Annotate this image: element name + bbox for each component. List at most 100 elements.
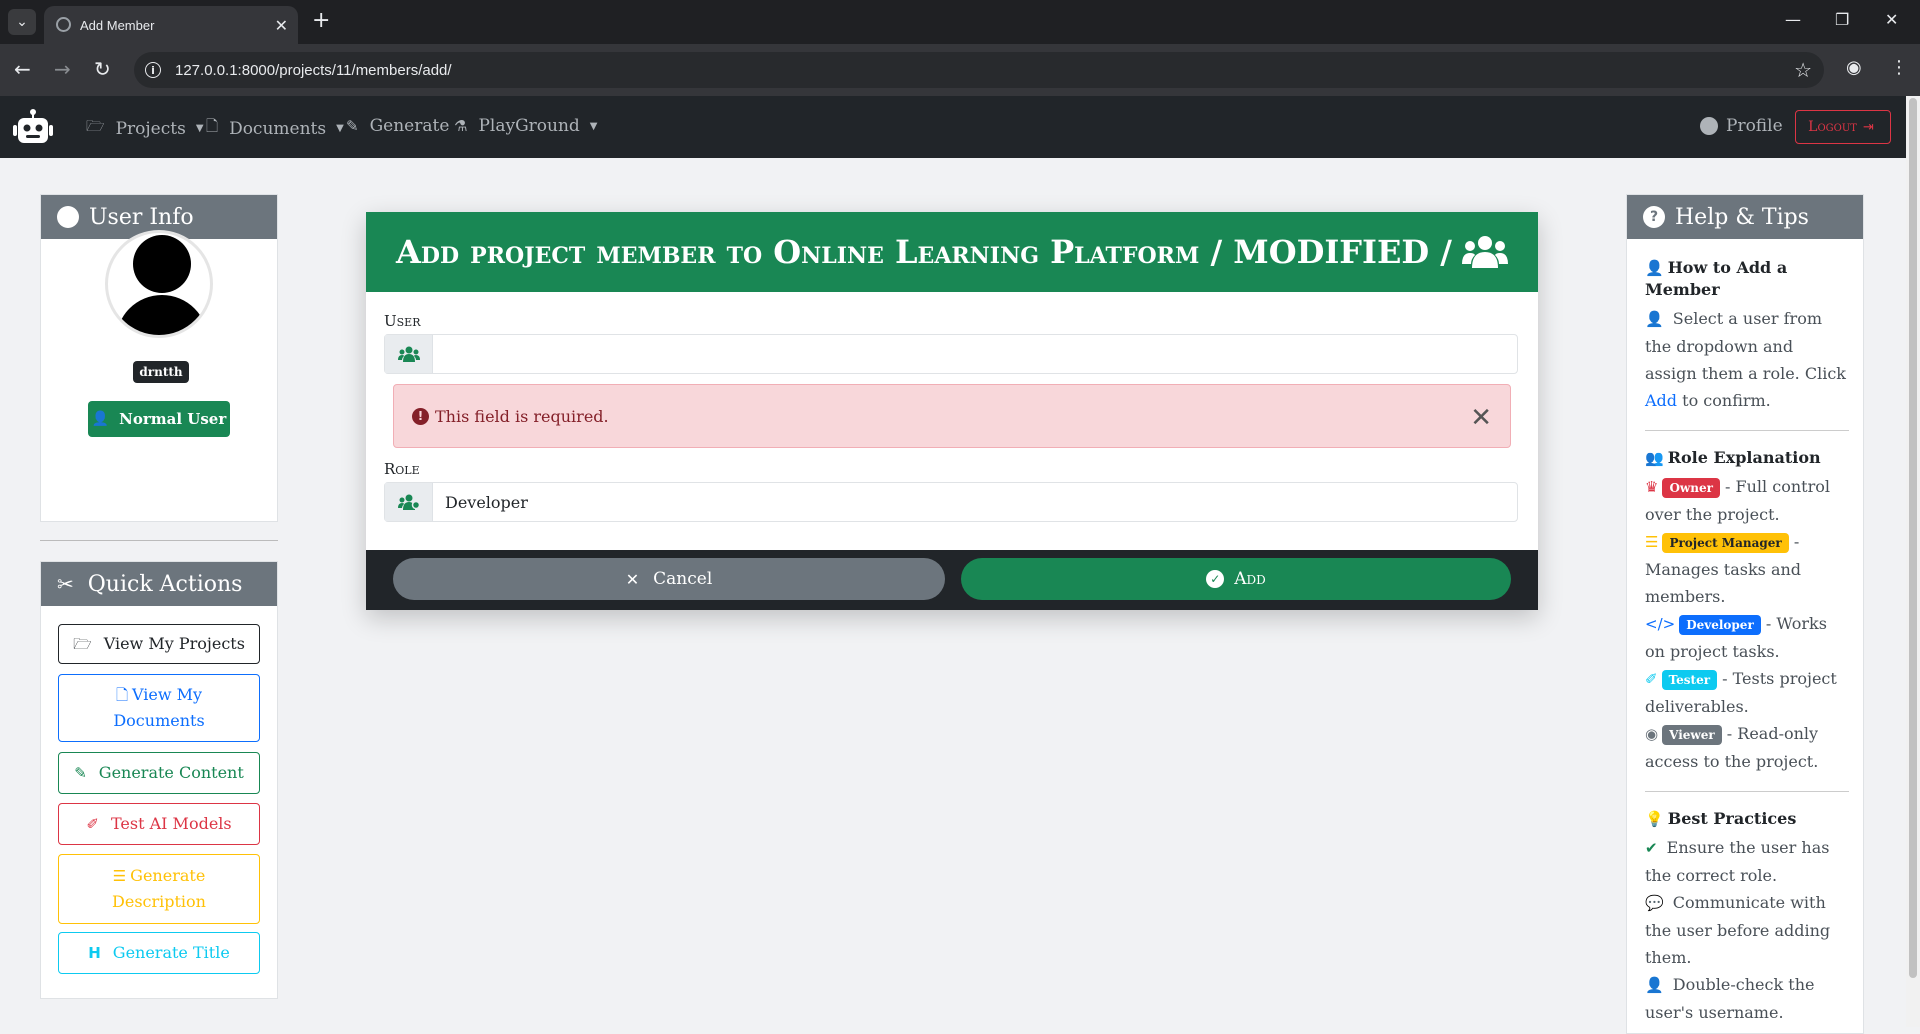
help-tips-header: ? Help & Tips bbox=[1627, 195, 1863, 239]
user-select[interactable] bbox=[384, 334, 1518, 374]
generate-description-button[interactable]: ☰ Generate Description bbox=[58, 854, 260, 924]
file-icon: 🗋 bbox=[206, 117, 219, 135]
qa-label: Generate Content bbox=[98, 763, 244, 782]
cancel-button[interactable]: ✕ Cancel bbox=[393, 558, 945, 600]
username-badge: drntth bbox=[133, 361, 189, 383]
pencil-icon: ✎ bbox=[346, 117, 359, 135]
how-to-title: How to Add a Member bbox=[1645, 258, 1788, 299]
user-check-icon: 👤 bbox=[1645, 310, 1664, 328]
nav-projects[interactable]: 🗁 Projects ▼ bbox=[86, 116, 204, 141]
logout-button[interactable]: Logout ⇥ bbox=[1795, 110, 1891, 144]
role-select-value[interactable]: Developer bbox=[433, 483, 528, 521]
tools-icon: ✂ bbox=[57, 572, 74, 596]
error-alert: ! This field is required. ✕ bbox=[393, 384, 1511, 448]
best-practice-text: Communicate with the user before adding … bbox=[1645, 893, 1831, 967]
cancel-label: Cancel bbox=[653, 569, 713, 589]
error-message: This field is required. bbox=[435, 406, 609, 426]
profile-link[interactable]: Profile bbox=[1700, 116, 1783, 136]
forward-icon[interactable]: → bbox=[54, 57, 71, 81]
url-bar[interactable]: i 127.0.0.1:8000/projects/11/members/add… bbox=[134, 52, 1824, 88]
user-check-icon: 👤 bbox=[91, 411, 110, 427]
role-developer: </> Developer - Works on project tasks. bbox=[1645, 610, 1849, 665]
best-practice-text: Ensure the user has the correct role. bbox=[1645, 838, 1830, 885]
form-footer: ✕ Cancel ✓ Add bbox=[366, 550, 1538, 610]
new-tab-button[interactable]: + bbox=[312, 8, 330, 33]
code-icon: </> bbox=[1645, 615, 1676, 633]
view-my-documents-button[interactable]: 🗋 View My Documents bbox=[58, 674, 260, 742]
best-practice-item: 💬 Communicate with the user before addin… bbox=[1645, 889, 1849, 971]
pencil-icon: ✎ bbox=[74, 764, 87, 782]
how-to-text-1: Select a user from the dropdown and assi… bbox=[1645, 309, 1846, 383]
caret-down-icon: ▼ bbox=[195, 123, 204, 134]
tab-close-icon[interactable]: ✕ bbox=[275, 16, 288, 35]
project-manager-badge: Project Manager bbox=[1662, 533, 1789, 553]
logout-label: Logout bbox=[1808, 119, 1857, 135]
qa-label: View My Projects bbox=[103, 634, 245, 653]
help-tips-title: Help & Tips bbox=[1675, 204, 1809, 230]
question-circle-icon: ? bbox=[1643, 206, 1665, 228]
role-owner: ♛ Owner - Full control over the project. bbox=[1645, 473, 1849, 528]
quick-actions-title: Quick Actions bbox=[87, 571, 243, 597]
user-select-value[interactable] bbox=[433, 335, 445, 373]
url-text[interactable]: 127.0.0.1:8000/projects/11/members/add/ bbox=[175, 62, 452, 79]
form-title: Add project member to Online Learning Pl… bbox=[396, 233, 1452, 271]
users-icon bbox=[1461, 236, 1508, 268]
alert-close-icon[interactable]: ✕ bbox=[1470, 403, 1492, 433]
user-circle-icon bbox=[57, 206, 79, 228]
caret-down-icon: ▼ bbox=[336, 123, 344, 134]
lightbulb-icon: 💡 bbox=[1645, 810, 1664, 828]
reload-icon[interactable]: ↻ bbox=[94, 57, 111, 81]
users-icon bbox=[385, 335, 433, 373]
back-icon[interactable]: ← bbox=[14, 57, 31, 81]
best-practices-title: Best Practices bbox=[1667, 809, 1797, 828]
bookmark-star-icon[interactable]: ☆ bbox=[1794, 58, 1812, 82]
nav-documents[interactable]: 🗋 Documents ▼ bbox=[206, 116, 344, 141]
qa-label: Test AI Models bbox=[110, 814, 232, 833]
user-info-title: User Info bbox=[89, 204, 194, 230]
add-member-form-card: Add project member to Online Learning Pl… bbox=[366, 212, 1538, 610]
tab-search-button[interactable]: ⌄ bbox=[8, 9, 36, 35]
window-close-icon[interactable]: ✕ bbox=[1885, 10, 1898, 29]
restore-icon[interactable]: ❐ bbox=[1835, 10, 1849, 29]
generate-content-button[interactable]: ✎ Generate Content bbox=[58, 752, 260, 794]
folder-open-icon: 🗁 bbox=[73, 635, 92, 653]
how-to-heading: 👤 How to Add a Member bbox=[1645, 257, 1849, 301]
caret-down-icon: ▼ bbox=[589, 120, 598, 132]
user-role-label: Normal User bbox=[119, 410, 227, 428]
view-my-projects-button[interactable]: 🗁 View My Projects bbox=[58, 624, 260, 664]
nav-playground[interactable]: ⚗ PlayGround ▼ bbox=[454, 116, 598, 136]
user-field-label: User bbox=[384, 312, 421, 330]
help-tips-card: ? Help & Tips 👤 How to Add a Member 👤 Sel… bbox=[1626, 194, 1864, 1034]
scrollbar-thumb[interactable] bbox=[1909, 98, 1917, 978]
roles-title: Role Explanation bbox=[1667, 448, 1821, 467]
browser-menu-icon[interactable]: ⋮ bbox=[1890, 57, 1908, 78]
generate-title-button[interactable]: H Generate Title bbox=[58, 932, 260, 974]
best-practice-item: ✔ Ensure the user has the correct role. bbox=[1645, 834, 1849, 889]
account-icon[interactable]: ◉ bbox=[1846, 57, 1862, 78]
role-select[interactable]: Developer bbox=[384, 482, 1518, 522]
test-ai-models-button[interactable]: ✐ Test AI Models bbox=[58, 803, 260, 845]
qa-label: 🗋 View My Documents bbox=[89, 682, 229, 734]
best-practice-text: Double-check the user's username. bbox=[1645, 975, 1815, 1022]
sidebar-divider bbox=[40, 540, 278, 541]
how-to-text-2: to confirm. bbox=[1682, 391, 1771, 410]
site-info-icon[interactable]: i bbox=[145, 62, 161, 78]
minimize-icon[interactable]: — bbox=[1785, 10, 1801, 29]
robot-logo-icon[interactable] bbox=[13, 109, 53, 145]
avatar bbox=[105, 230, 213, 338]
browser-tab-active[interactable]: Add Member ✕ bbox=[44, 6, 298, 44]
best-practices-heading: 💡 Best Practices bbox=[1645, 808, 1849, 830]
page-scrollbar[interactable] bbox=[1906, 96, 1920, 1027]
role-viewer: ◉ Viewer - Read-only access to the projec… bbox=[1645, 720, 1849, 775]
qa-label: ☰ Generate Description bbox=[99, 863, 219, 915]
user-tag-icon: 👥 bbox=[1645, 449, 1664, 467]
add-link[interactable]: Add bbox=[1645, 391, 1677, 410]
nav-documents-label: Documents bbox=[229, 118, 327, 139]
add-button[interactable]: ✓ Add bbox=[961, 558, 1511, 600]
sign-out-icon: ⇥ bbox=[1862, 119, 1874, 135]
profile-label: Profile bbox=[1726, 116, 1783, 136]
nav-generate[interactable]: ✎ Generate bbox=[346, 116, 449, 136]
role-project-manager: ☰ Project Manager - Manages tasks and mem… bbox=[1645, 528, 1849, 610]
help-body: 👤 How to Add a Member 👤 Select a user fro… bbox=[1645, 257, 1849, 1026]
add-label: Add bbox=[1234, 569, 1266, 589]
